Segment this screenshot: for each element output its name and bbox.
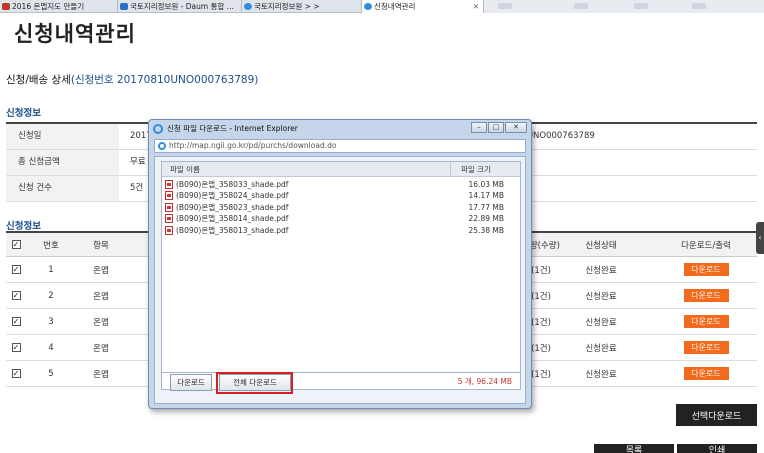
order-number: (신청번호 20170810UNO000763789) (70, 74, 259, 86)
highlight-box (216, 372, 293, 394)
browser-tab[interactable]: 국토지리정보원 > > (242, 0, 362, 13)
file-row[interactable]: (B090)온맵_358024_shade.pdf 14.17 MB (162, 190, 520, 201)
row-item: 온맵 (93, 265, 109, 276)
favicon-icon (2, 3, 10, 10)
col-no: 번호 (43, 240, 59, 251)
ie-icon (153, 124, 163, 134)
download-button[interactable]: 다운로드 (170, 374, 212, 391)
row-item: 온맵 (93, 343, 109, 354)
page-title: 신청내역관리 (14, 22, 136, 46)
address-bar[interactable]: http://map.ngii.go.kr/pd/purchs/download… (154, 139, 526, 153)
pdf-icon (165, 191, 173, 201)
row-checkbox[interactable]: ✓ (11, 369, 21, 378)
row-status: 신청완료 (585, 369, 617, 380)
file-name: (B090)온맵_358024_shade.pdf (176, 191, 289, 201)
close-tab-icon[interactable]: ✕ (473, 0, 479, 13)
side-panel-handle-icon[interactable]: ‹ (756, 222, 764, 254)
row-checkbox[interactable]: ✓ (11, 317, 21, 326)
row-item: 온맵 (93, 369, 109, 380)
ie-icon (158, 142, 166, 150)
pdf-icon (165, 180, 173, 189)
row-item: 온맵 (93, 291, 109, 302)
row-download-button[interactable]: 다운로드 (683, 341, 729, 354)
dialog-title: 신청 파일 다운로드 - Internet Explorer (167, 124, 298, 133)
close-icon[interactable]: ✕ (505, 122, 527, 133)
row-status: 신청완료 (585, 343, 617, 354)
col-status: 신청상태 (585, 240, 617, 251)
file-size: 16.03 MB (468, 180, 504, 189)
row-status: 신청완료 (585, 317, 617, 328)
tab-bar-empty (484, 0, 764, 13)
row-status: 신청완료 (585, 265, 617, 276)
row-status: 신청완료 (585, 291, 617, 302)
row-download-button[interactable]: 다운로드 (683, 315, 729, 328)
file-size: 17.77 MB (468, 202, 504, 212)
info-value: 무료 (130, 157, 146, 167)
pdf-icon (165, 202, 173, 212)
browser-tab[interactable]: 국토지리정보원 - Daum 통합 ... (118, 0, 242, 13)
row-no: 2 (48, 290, 54, 301)
maximize-icon[interactable]: □ (488, 122, 504, 133)
file-list: 파일 이름 파일 크기 (B090)온맵_358033_shade.pdf 16.… (161, 161, 521, 373)
order-subtitle: 신청/배송 상세(신청번호 20170810UNO000763789) (6, 72, 258, 87)
row-download-button[interactable]: 다운로드 (683, 367, 729, 380)
file-row[interactable]: (B090)온맵_358033_shade.pdf 16.03 MB (162, 179, 520, 190)
row-checkbox[interactable]: ✓ (11, 265, 21, 274)
row-checkbox[interactable]: ✓ (11, 291, 21, 300)
row-checkbox[interactable]: ✓ (11, 343, 21, 352)
minimize-icon[interactable]: – (471, 122, 487, 133)
download-dialog: 신청 파일 다운로드 - Internet Explorer – □ ✕ htt… (148, 119, 532, 409)
select-all-checkbox[interactable]: ✓ (11, 240, 21, 249)
col-download: 다운로드/출력 (681, 240, 731, 251)
ie-icon (244, 3, 252, 10)
ie-icon (364, 3, 372, 10)
browser-tab-bar: 2016 온맵지도 만들기 국토지리정보원 - Daum 통합 ... 국토지리… (0, 0, 764, 13)
file-list-header: 파일 이름 파일 크기 (162, 162, 520, 177)
file-total: 5 개, 96.24 MB (161, 373, 521, 390)
col-item: 항목 (93, 240, 109, 251)
file-name: (B090)온맵_358033_shade.pdf (176, 180, 289, 189)
select-download-button[interactable]: 선택다운로드 (676, 404, 757, 426)
row-download-button[interactable]: 다운로드 (683, 289, 729, 302)
pdf-icon (165, 214, 173, 224)
section-title: 신청정보 (6, 108, 41, 119)
info-value: 5건 (130, 183, 144, 193)
row-item: 온맵 (93, 317, 109, 328)
col-file-size: 파일 크기 (450, 162, 491, 177)
pdf-icon (165, 225, 173, 235)
file-name: (B090)온맵_358023_shade.pdf (176, 202, 289, 212)
row-no: 1 (48, 264, 54, 275)
file-size: 22.89 MB (468, 214, 504, 224)
print-button[interactable]: 인쇄 (677, 444, 757, 453)
dialog-content: 파일 이름 파일 크기 (B090)온맵_358033_shade.pdf 16.… (154, 156, 526, 404)
subtitle-text: 신청/배송 상세 (6, 74, 71, 86)
row-no: 5 (48, 368, 54, 379)
info-label: 신청일 (6, 124, 119, 149)
file-size: 14.17 MB (468, 191, 504, 201)
favicon-icon (120, 3, 128, 10)
browser-tab[interactable]: 2016 온맵지도 만들기 (0, 0, 118, 13)
file-row[interactable]: (B090)온맵_358013_shade.pdf 25.38 MB (162, 225, 520, 236)
file-row[interactable]: (B090)온맵_358023_shade.pdf 17.77 MB (162, 202, 520, 213)
file-name: (B090)온맵_358014_shade.pdf (176, 214, 289, 224)
col-file-name: 파일 이름 (170, 165, 200, 174)
section-title: 신청정보 (6, 221, 41, 232)
file-name: (B090)온맵_358013_shade.pdf (176, 225, 289, 235)
dialog-titlebar[interactable]: 신청 파일 다운로드 - Internet Explorer (151, 120, 521, 138)
browser-tab-active[interactable]: 신청내역관리 ✕ (362, 0, 484, 13)
file-size: 25.38 MB (468, 225, 504, 235)
info-label: 총 신청금액 (6, 150, 119, 175)
row-no: 4 (48, 342, 54, 353)
row-no: 3 (48, 316, 54, 327)
row-download-button[interactable]: 다운로드 (683, 263, 729, 276)
list-button[interactable]: 목록 (594, 444, 674, 453)
file-row[interactable]: (B090)온맵_358014_shade.pdf 22.89 MB (162, 213, 520, 224)
info-label: 신청 건수 (6, 176, 119, 201)
address-url: http://map.ngii.go.kr/pd/purchs/download… (169, 141, 337, 150)
